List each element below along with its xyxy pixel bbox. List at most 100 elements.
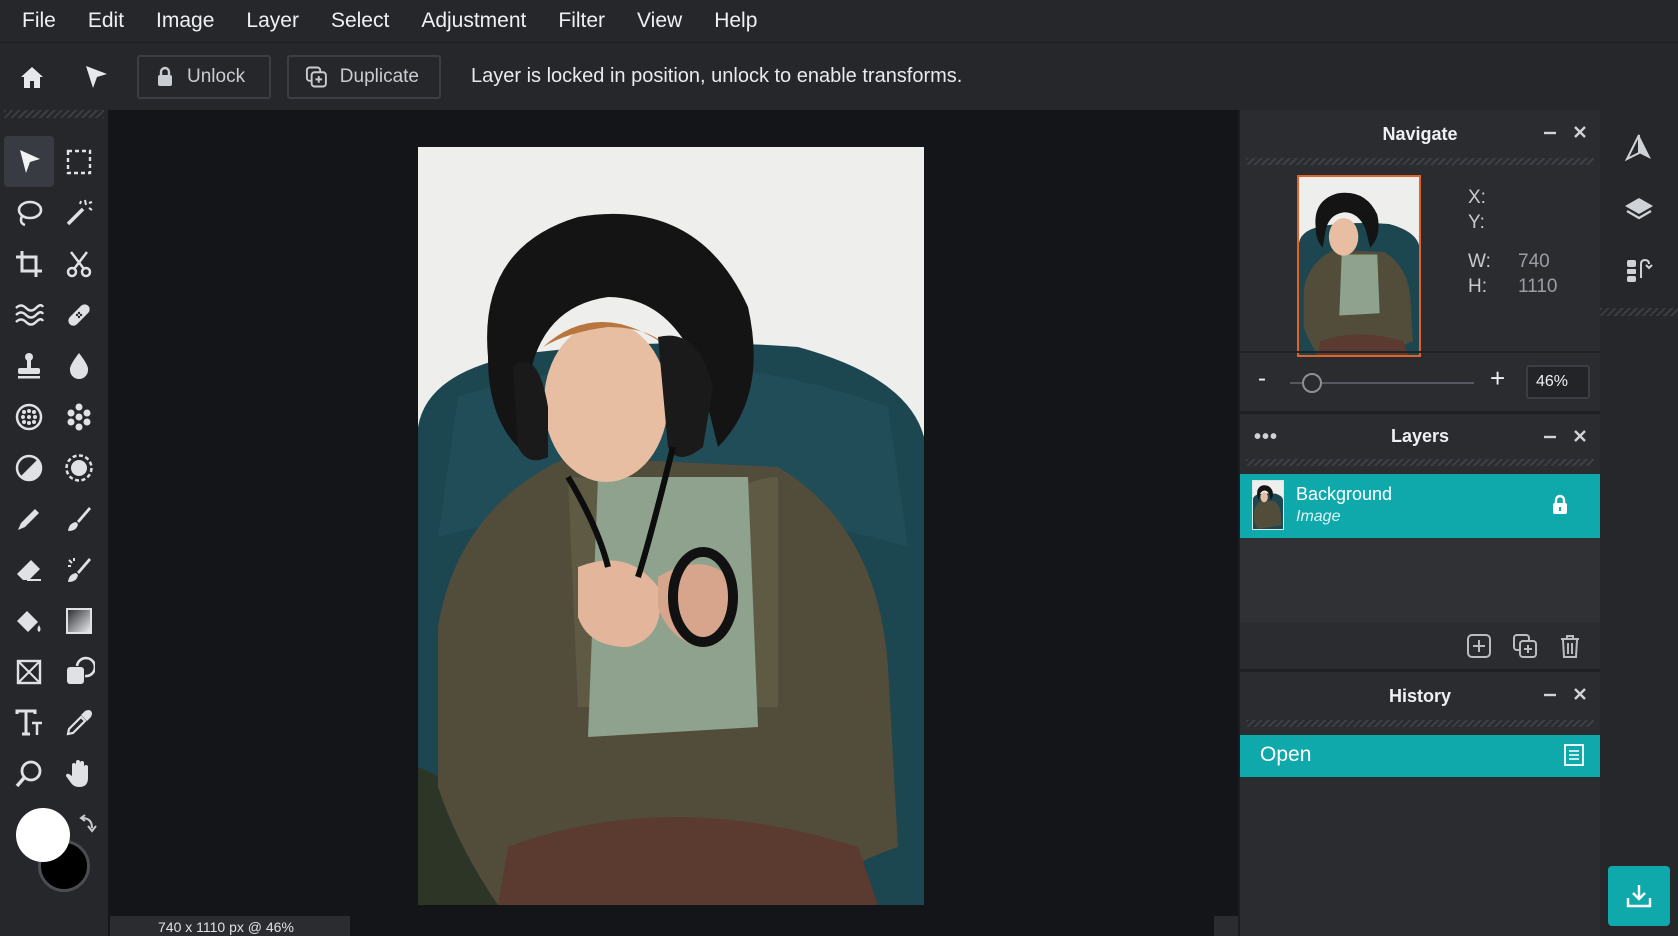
zoom-slider-handle[interactable]	[1302, 373, 1323, 393]
move-tool-icon[interactable]	[81, 62, 111, 92]
panel-grip[interactable]	[1246, 158, 1594, 165]
sun-icon	[65, 453, 93, 482]
drop-icon	[69, 352, 89, 379]
magic-wand-tool[interactable]	[54, 187, 104, 238]
brush-tool[interactable]	[54, 493, 104, 544]
gradient-tool[interactable]	[54, 595, 104, 646]
navigate-body: X: Y: W: 740 H: 1110	[1240, 165, 1600, 357]
history-item-open[interactable]: Open	[1240, 735, 1600, 777]
dock-grip[interactable]	[1600, 308, 1678, 316]
menu-file[interactable]: File	[22, 9, 56, 33]
menu-adjustment[interactable]: Adjustment	[421, 9, 526, 33]
duplicate-label: Duplicate	[339, 65, 419, 87]
clone-stamp-tool[interactable]	[4, 340, 54, 391]
panel-grip[interactable]	[4, 110, 104, 118]
cut-tool[interactable]	[54, 238, 104, 289]
unlock-button[interactable]: Unlock	[137, 54, 271, 99]
panel-grip[interactable]	[1246, 459, 1594, 466]
crop-tool[interactable]	[4, 238, 54, 289]
lasso-tool[interactable]	[4, 187, 54, 238]
brush-icon	[68, 506, 91, 531]
zoom-control: - + 46%	[1240, 351, 1600, 411]
color-picker-tool[interactable]	[54, 697, 104, 748]
blur-tool[interactable]	[54, 340, 104, 391]
download-button[interactable]	[1608, 866, 1670, 926]
primary-color-swatch[interactable]	[16, 808, 70, 862]
add-layer-icon[interactable]	[1466, 633, 1492, 659]
dock-navigate-button[interactable]	[1600, 116, 1678, 178]
layer-item-background[interactable]: Background Image	[1240, 474, 1600, 538]
menu-image[interactable]: Image	[156, 9, 214, 33]
menu-help[interactable]: Help	[714, 9, 757, 33]
eyedropper-icon	[66, 709, 92, 735]
menu-select[interactable]: Select	[331, 9, 389, 33]
delete-layer-icon[interactable]	[1558, 633, 1582, 659]
magic-wand-icon	[66, 199, 93, 225]
home-icon[interactable]	[17, 62, 47, 92]
swap-colors-icon[interactable]	[78, 814, 98, 836]
marquee-icon	[66, 149, 92, 174]
fill-tool[interactable]	[4, 595, 54, 646]
marquee-tool[interactable]	[54, 136, 104, 187]
toolbar-message: Layer is locked in position, unlock to e…	[471, 65, 963, 87]
right-dock	[1600, 110, 1678, 936]
panel-grip[interactable]	[1246, 720, 1594, 727]
transform-icon	[16, 659, 42, 684]
history-item-label: Open	[1260, 743, 1312, 766]
color-replace-tool[interactable]	[54, 544, 104, 595]
history-panel-header: History	[1240, 672, 1600, 720]
text-tool[interactable]	[4, 697, 54, 748]
arrow-icon	[20, 149, 40, 173]
status-bar: 740 x 1110 px @ 46%	[110, 916, 350, 936]
dots-cluster-icon	[67, 403, 91, 430]
layers-menu-button[interactable]: •••	[1254, 426, 1278, 449]
nav-h-label: H:	[1468, 276, 1487, 297]
canvas-image[interactable]	[418, 147, 924, 905]
menu-edit[interactable]: Edit	[88, 9, 124, 33]
layers-icon	[1625, 198, 1653, 220]
nav-x-label: X:	[1468, 187, 1486, 208]
zoom-out-button[interactable]: -	[1258, 365, 1266, 393]
lock-icon[interactable]	[1550, 494, 1570, 516]
duplicate-icon	[305, 66, 327, 87]
liquify-tool[interactable]	[4, 289, 54, 340]
menu-view[interactable]: View	[637, 9, 682, 33]
close-icon[interactable]	[1572, 686, 1588, 702]
close-icon[interactable]	[1572, 124, 1588, 140]
nav-h-value: 1110	[1518, 276, 1558, 297]
dock-layers-button[interactable]	[1600, 178, 1678, 240]
tools-panel	[0, 110, 108, 936]
half-circle-icon	[15, 454, 43, 481]
close-icon[interactable]	[1572, 428, 1588, 444]
minimize-icon[interactable]	[1542, 124, 1558, 140]
eraser-icon	[17, 559, 41, 581]
pencil-tool[interactable]	[4, 493, 54, 544]
transform-tool[interactable]	[4, 646, 54, 697]
menu-layer[interactable]: Layer	[246, 9, 299, 33]
canvas-area[interactable]: 740 x 1110 px @ 46%	[108, 110, 1238, 936]
nav-y-label: Y:	[1468, 212, 1485, 233]
brightness-tool[interactable]	[54, 442, 104, 493]
shape-tool[interactable]	[54, 646, 104, 697]
nav-w-label: W:	[1468, 251, 1491, 272]
hand-tool[interactable]	[54, 748, 104, 799]
duplicate-layer-icon[interactable]	[1512, 633, 1538, 659]
eraser-tool[interactable]	[4, 544, 54, 595]
move-tool[interactable]	[4, 136, 54, 187]
navigate-icon	[1624, 134, 1651, 162]
zoom-input[interactable]: 46%	[1526, 365, 1590, 399]
menu-filter[interactable]: Filter	[558, 9, 605, 33]
heal-tool[interactable]	[54, 289, 104, 340]
zoom-tool[interactable]	[4, 748, 54, 799]
paint-bucket-icon	[17, 610, 41, 632]
duplicate-button[interactable]: Duplicate	[287, 54, 441, 99]
minimize-icon[interactable]	[1542, 686, 1558, 702]
pattern-tool[interactable]	[54, 391, 104, 442]
layers-panel-header: ••• Layers	[1240, 411, 1600, 459]
dodge-burn-tool[interactable]	[4, 442, 54, 493]
zoom-in-button[interactable]: +	[1490, 363, 1505, 394]
minimize-icon[interactable]	[1542, 428, 1558, 444]
dock-history-button[interactable]	[1600, 240, 1678, 302]
sponge-tool[interactable]	[4, 391, 54, 442]
navigate-thumbnail[interactable]	[1297, 175, 1421, 357]
